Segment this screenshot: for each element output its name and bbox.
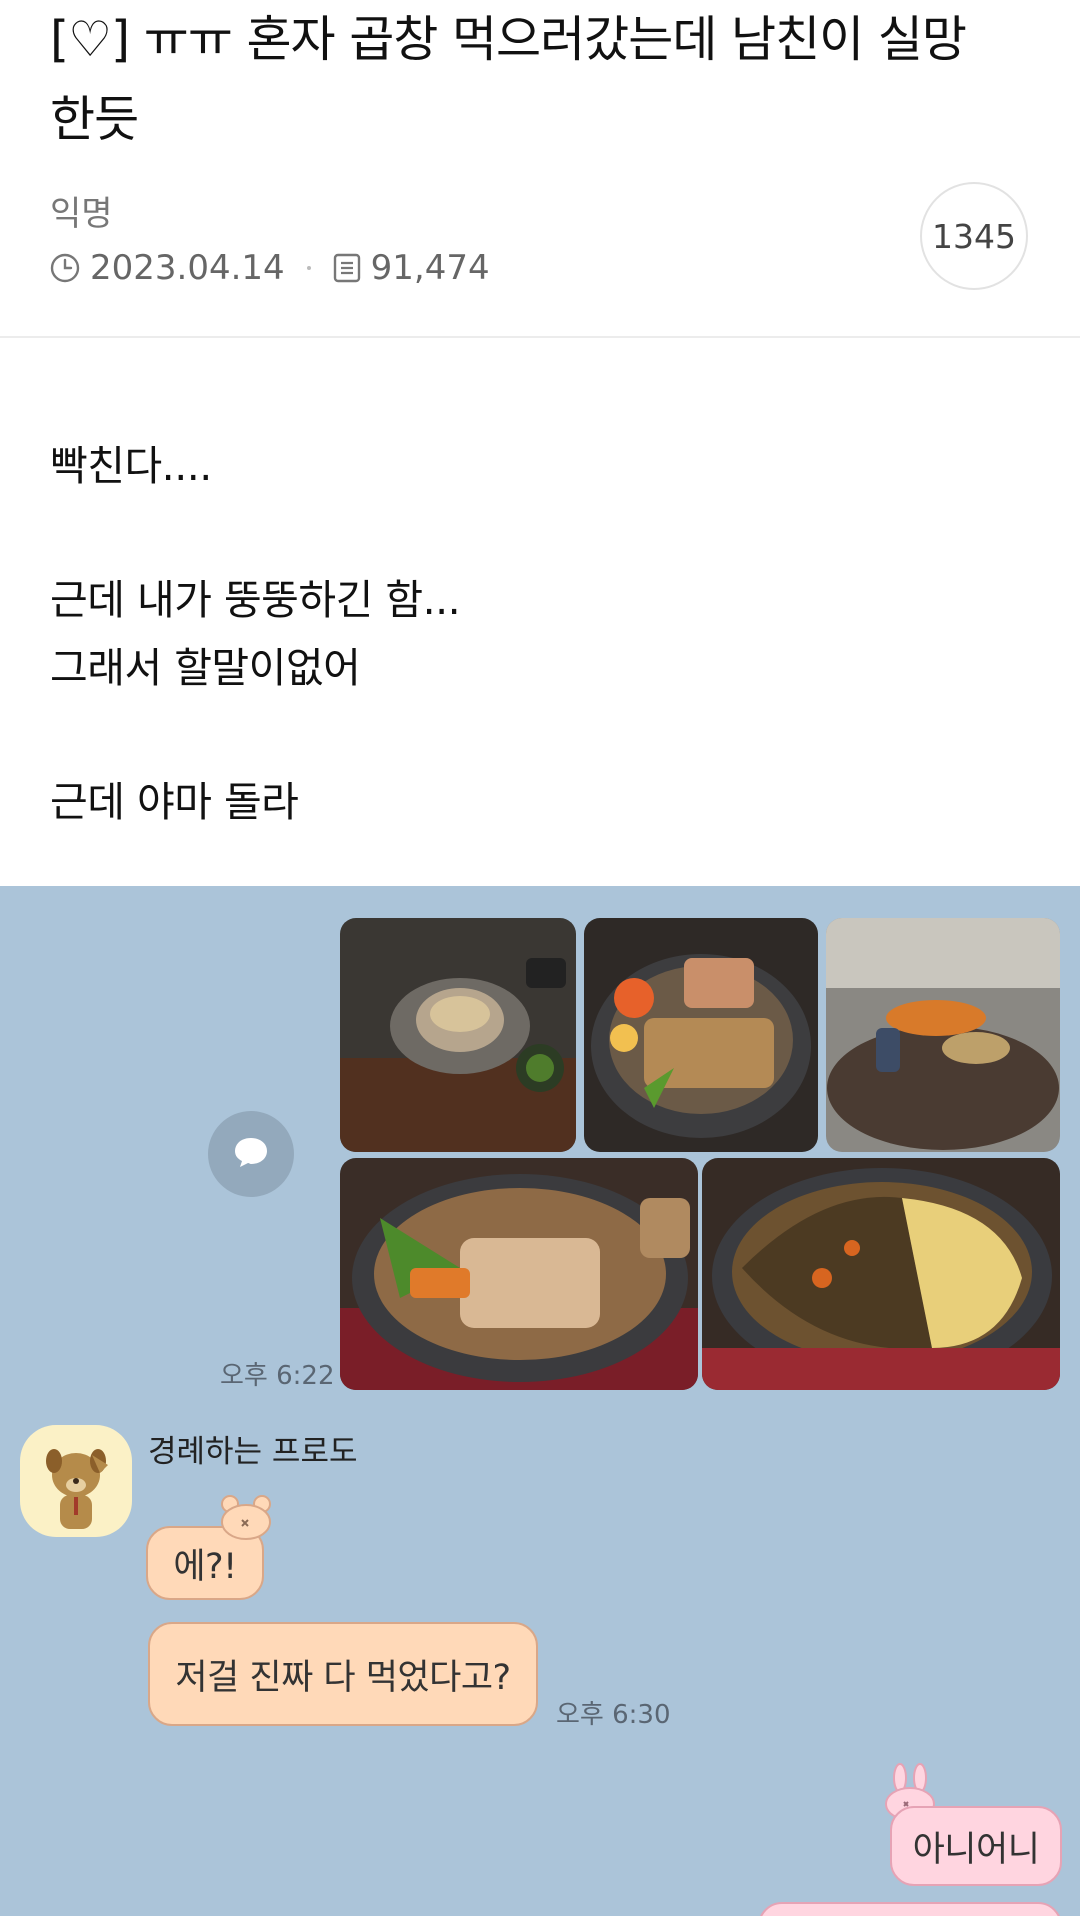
bear-sticker-icon — [218, 1492, 274, 1544]
chat-photo[interactable] — [702, 1158, 1060, 1390]
chat-photo[interactable] — [340, 1158, 698, 1390]
chat-message: 저걸 진짜 다 먹었다고? — [175, 1657, 511, 1698]
post-header: [♡] ㅠㅠ 혼자 곱창 먹으러갔는데 남친이 실망한듯 익명 2023.04.… — [0, 0, 1080, 338]
reply-time: 오후 6:30 — [556, 1700, 671, 1730]
body-line: 그래서 할말이없어 — [50, 644, 361, 692]
share-button[interactable] — [208, 1111, 294, 1197]
post-views: 91,474 — [370, 248, 490, 288]
share-bubble-icon — [232, 1135, 270, 1173]
chat-message: 아니어니 — [912, 1829, 1040, 1870]
sent-time: 오후 6:22 — [220, 1361, 335, 1391]
post-date: 2023.04.14 — [90, 248, 285, 288]
body-line: 근데 내가 뚱뚱하긴 함... — [50, 576, 461, 624]
author-name: 익명 — [50, 194, 113, 234]
body-line: 빡친다.... — [50, 442, 212, 490]
sender-name: 경례하는 프로도 — [148, 1434, 358, 1470]
chat-message: 에?! — [173, 1546, 237, 1587]
post-meta: 2023.04.14 91,474 — [50, 246, 490, 290]
comment-count: 1345 — [932, 216, 1016, 256]
avatar[interactable] — [20, 1425, 132, 1537]
comment-count-button[interactable]: 1345 — [920, 182, 1028, 290]
chat-photo[interactable] — [826, 918, 1060, 1152]
clock-icon — [50, 253, 80, 283]
chat-photo[interactable] — [340, 918, 576, 1152]
document-icon — [333, 253, 361, 283]
post-page: [♡] ㅠㅠ 혼자 곱창 먹으러갔는데 남친이 실망한듯 익명 2023.04.… — [0, 0, 1080, 1916]
header-divider — [0, 336, 1080, 338]
chat-photo[interactable] — [584, 918, 818, 1152]
body-line: 근데 야마 돌라 — [50, 778, 299, 826]
chat-bubble[interactable]: 저걸 진짜 다 먹었다고? — [148, 1622, 538, 1726]
meta-separator — [306, 266, 311, 270]
my-chat-bubble[interactable]: 아니어니 — [890, 1806, 1062, 1886]
post-title: [♡] ㅠㅠ 혼자 곱창 먹으러갔는데 남친이 실망한듯 — [50, 11, 967, 148]
my-chat-bubble-partial — [758, 1902, 1062, 1916]
